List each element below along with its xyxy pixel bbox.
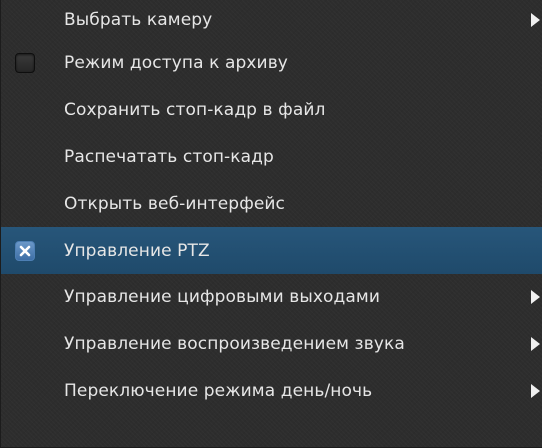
- checkbox-checked-icon[interactable]: [15, 240, 35, 261]
- submenu-arrow-icon: [531, 13, 540, 27]
- menu-item-archive-access-mode[interactable]: Режим доступа к архиву: [1, 40, 542, 87]
- menu-item-select-camera[interactable]: Выбрать камеру: [1, 0, 542, 40]
- submenu-arrow-icon: [531, 337, 540, 352]
- menu-item-open-web-interface[interactable]: Открыть веб-интерфейс: [1, 180, 542, 227]
- menu-item-label: Управление цифровыми выходами: [64, 287, 380, 308]
- context-menu: Выбрать камеру Режим доступа к архиву Со…: [0, 0, 542, 448]
- menu-item-label: Переключение режима день/ночь: [64, 380, 373, 401]
- menu-item-sound-playback[interactable]: Управление воспроизведением звука: [1, 321, 542, 368]
- menu-item-label: Выбрать камеру: [64, 10, 213, 30]
- menu-item-label: Распечатать стоп-кадр: [64, 146, 274, 167]
- menu-item-label: Управление воспроизведением звука: [64, 334, 405, 355]
- menu-item-save-snapshot[interactable]: Сохранить стоп-кадр в файл: [1, 87, 542, 134]
- check-mark-icon: [19, 245, 31, 256]
- menu-item-label: Сохранить стоп-кадр в файл: [64, 100, 326, 121]
- menu-item-digital-outputs[interactable]: Управление цифровыми выходами: [1, 274, 542, 321]
- menu-item-label: Режим доступа к архиву: [64, 53, 288, 74]
- menu-item-label: Открыть веб-интерфейс: [64, 193, 285, 214]
- submenu-arrow-icon: [531, 383, 540, 398]
- menu-item-ptz-control[interactable]: Управление PTZ: [1, 227, 542, 274]
- menu-item-label: Управление PTZ: [64, 240, 210, 261]
- checkbox-icon[interactable]: [15, 53, 35, 74]
- menu-item-print-snapshot[interactable]: Распечатать стоп-кадр: [1, 134, 542, 181]
- menu-item-day-night-mode[interactable]: Переключение режима день/ночь: [1, 368, 542, 415]
- submenu-arrow-icon: [531, 290, 540, 305]
